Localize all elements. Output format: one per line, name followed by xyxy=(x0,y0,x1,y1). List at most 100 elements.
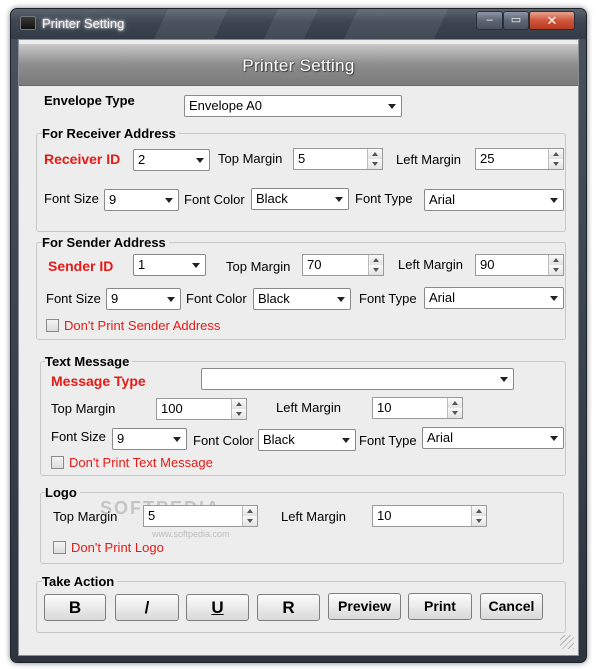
chevron-down-icon xyxy=(337,297,345,302)
receiver-left-margin-stepper[interactable]: 25 xyxy=(475,148,564,170)
sender-group-label: For Sender Address xyxy=(42,235,169,250)
spin-down-icon[interactable] xyxy=(243,516,257,526)
spin-down-icon[interactable] xyxy=(368,159,382,169)
chevron-down-icon xyxy=(167,297,175,302)
chevron-down-icon xyxy=(550,198,558,203)
chevron-down-icon xyxy=(173,437,181,442)
receiver-left-margin-label: Left Margin xyxy=(396,152,462,167)
sender-left-margin-label: Left Margin xyxy=(398,257,464,272)
regular-button[interactable]: R xyxy=(257,594,320,621)
receiver-top-margin-stepper[interactable]: 5 xyxy=(293,148,383,170)
logo-top-margin-stepper[interactable]: 5 xyxy=(143,505,258,527)
page-title: Printer Setting xyxy=(242,56,355,75)
receiver-font-color-value: Black xyxy=(256,191,288,206)
dont-print-message-label: Don't Print Text Message xyxy=(69,455,213,470)
spin-down-icon[interactable] xyxy=(448,408,462,418)
spin-down-icon[interactable] xyxy=(549,265,563,275)
receiver-font-size-value: 9 xyxy=(109,192,117,207)
underline-button[interactable]: U xyxy=(186,594,249,621)
envelope-type-select[interactable]: Envelope A0 xyxy=(184,95,402,117)
cancel-button[interactable]: Cancel xyxy=(480,593,543,620)
sender-id-value: 1 xyxy=(138,257,146,272)
sender-font-type-select[interactable]: Arial xyxy=(424,287,564,309)
receiver-font-type-select[interactable]: Arial xyxy=(424,189,564,211)
sender-top-margin-label: Top Margin xyxy=(226,259,291,274)
sender-top-margin-value: 70 xyxy=(307,257,322,272)
message-left-margin-label: Left Margin xyxy=(276,400,342,415)
chevron-down-icon xyxy=(500,377,508,382)
receiver-id-select[interactable]: 2 xyxy=(133,149,210,171)
logo-left-margin-stepper[interactable]: 10 xyxy=(372,505,487,527)
receiver-font-type-label: Font Type xyxy=(355,191,413,206)
dont-print-logo-checkbox[interactable] xyxy=(53,541,66,554)
dont-print-sender-checkbox[interactable] xyxy=(46,319,59,332)
receiver-top-margin-label: Top Margin xyxy=(218,151,283,166)
dont-print-sender-label: Don't Print Sender Address xyxy=(64,318,221,333)
message-left-margin-value: 10 xyxy=(377,400,392,415)
receiver-group-label: For Receiver Address xyxy=(42,126,179,141)
sender-left-margin-stepper[interactable]: 90 xyxy=(475,254,564,276)
envelope-type-label: Envelope Type xyxy=(44,93,135,108)
receiver-top-margin-value: 5 xyxy=(298,151,306,166)
chevron-down-icon xyxy=(165,198,173,203)
sender-font-color-label: Font Color xyxy=(186,291,247,306)
window-title: Printer Setting xyxy=(42,16,125,31)
close-button[interactable]: ✕ xyxy=(529,11,575,30)
logo-top-margin-value: 5 xyxy=(148,508,156,523)
sender-top-margin-stepper[interactable]: 70 xyxy=(302,254,384,276)
minimize-button[interactable]: ‒ xyxy=(476,11,503,30)
sender-font-size-value: 9 xyxy=(111,291,119,306)
message-top-margin-stepper[interactable]: 100 xyxy=(156,398,247,420)
message-left-margin-stepper[interactable]: 10 xyxy=(372,397,463,419)
chevron-down-icon xyxy=(192,263,200,268)
spin-down-icon[interactable] xyxy=(369,265,383,275)
sender-font-color-value: Black xyxy=(258,291,290,306)
message-font-color-value: Black xyxy=(263,432,295,447)
chevron-down-icon xyxy=(550,296,558,301)
spin-down-icon[interactable] xyxy=(472,516,486,526)
receiver-id-value: 2 xyxy=(138,152,146,167)
receiver-left-margin-value: 25 xyxy=(480,151,495,166)
preview-button[interactable]: Preview xyxy=(328,593,401,620)
italic-button[interactable]: / xyxy=(115,594,179,621)
action-group-label: Take Action xyxy=(42,574,118,589)
spin-down-icon[interactable] xyxy=(549,159,563,169)
message-font-type-label: Font Type xyxy=(359,433,417,448)
message-font-size-label: Font Size xyxy=(51,429,106,444)
watermark-url: www.softpedia.com xyxy=(152,529,230,539)
receiver-font-color-select[interactable]: Black xyxy=(251,188,349,210)
message-type-select[interactable] xyxy=(201,368,514,390)
resize-grip-icon[interactable] xyxy=(560,635,574,649)
chevron-down-icon xyxy=(196,158,204,163)
message-group-label: Text Message xyxy=(45,354,133,369)
bold-button[interactable]: B xyxy=(44,594,106,621)
message-font-size-value: 9 xyxy=(117,431,125,446)
message-font-type-select[interactable]: Arial xyxy=(422,427,564,449)
chevron-down-icon xyxy=(335,197,343,202)
spin-down-icon[interactable] xyxy=(232,409,246,419)
dont-print-message-checkbox[interactable] xyxy=(51,456,64,469)
sender-font-size-label: Font Size xyxy=(46,291,101,306)
dont-print-logo-label: Don't Print Logo xyxy=(71,540,164,555)
message-top-margin-value: 100 xyxy=(161,401,183,416)
sender-id-select[interactable]: 1 xyxy=(133,254,206,276)
logo-top-margin-label: Top Margin xyxy=(53,509,118,524)
message-top-margin-label: Top Margin xyxy=(51,401,116,416)
receiver-font-color-label: Font Color xyxy=(184,192,245,207)
app-icon xyxy=(20,16,36,30)
sender-font-color-select[interactable]: Black xyxy=(253,288,351,310)
message-font-size-select[interactable]: 9 xyxy=(112,428,187,450)
message-type-label: Message Type xyxy=(51,373,146,389)
receiver-font-size-select[interactable]: 9 xyxy=(104,189,179,211)
logo-left-margin-value: 10 xyxy=(377,508,392,523)
envelope-type-value: Envelope A0 xyxy=(189,98,263,113)
print-button[interactable]: Print xyxy=(408,593,472,620)
receiver-id-label: Receiver ID xyxy=(44,151,121,167)
maximize-button[interactable]: ▭ xyxy=(503,11,529,30)
message-font-color-label: Font Color xyxy=(193,433,254,448)
sender-font-size-select[interactable]: 9 xyxy=(106,288,181,310)
chevron-down-icon xyxy=(342,438,350,443)
sender-font-type-label: Font Type xyxy=(359,291,417,306)
message-font-color-select[interactable]: Black xyxy=(258,429,356,451)
sender-font-type-value: Arial xyxy=(429,290,456,305)
